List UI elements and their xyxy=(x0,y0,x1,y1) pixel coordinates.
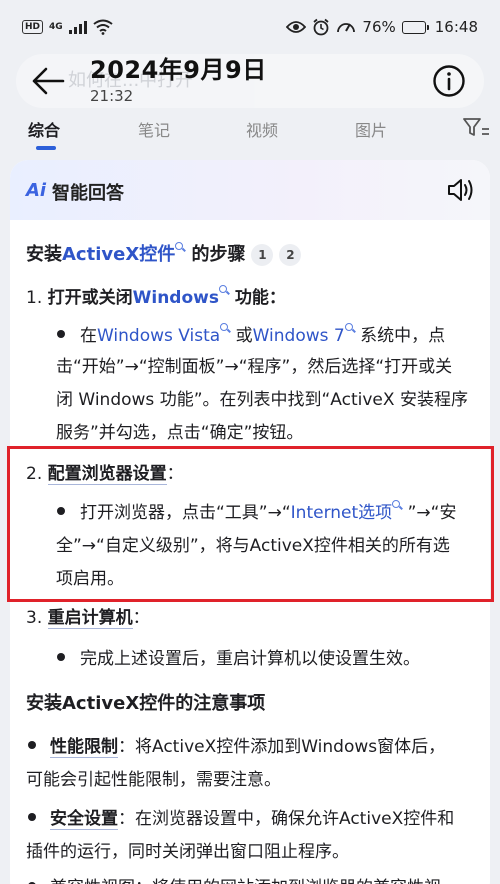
link-windows-vista[interactable]: Windows Vista xyxy=(97,326,220,346)
info-icon[interactable] xyxy=(432,64,466,98)
title-block: 2024年9月9日 21:32 xyxy=(90,54,267,106)
page-title: 2024年9月9日 xyxy=(90,56,267,84)
note-label-performance: 性能限制 xyxy=(50,737,118,758)
battery-percent: 76% xyxy=(362,18,396,36)
speaker-icon[interactable] xyxy=(446,176,476,204)
wifi-icon xyxy=(93,19,113,35)
alarm-icon xyxy=(313,18,329,36)
header: 如何在...中打开 2024年9月9日 21:32 xyxy=(0,54,500,110)
bullet-dot xyxy=(57,330,65,338)
tab-comprehensive[interactable]: 综合 xyxy=(28,117,60,141)
step-2-bullet-line-1: 打开浏览器，点击“工具”→“Internet选项 ”→“安 xyxy=(80,498,456,523)
note-label-security: 安全设置 xyxy=(50,809,118,830)
step-1-bullet-line-3: 闭 Windows 功能”。在列表中找到“ActiveX 安装程序 xyxy=(56,390,468,410)
step-1-bullet-line-2: 击“开始”→“控制面板”→“程序”，然后选择“打开或关 xyxy=(56,357,453,377)
tab-bar: 综合 笔记 视频 图片 xyxy=(0,112,500,154)
active-tab-indicator xyxy=(36,146,56,150)
status-left: HD 4G xyxy=(22,19,113,35)
eye-icon xyxy=(286,21,307,33)
search-link-icon xyxy=(344,323,355,333)
ai-answer-header: Ai 智能回答 xyxy=(10,160,490,220)
back-arrow-icon[interactable] xyxy=(30,66,66,96)
link-windows-7[interactable]: Windows 7 xyxy=(253,326,345,346)
note-2-line-2: 插件的运行，同时关闭弹出窗口阻止程序。 xyxy=(26,842,349,862)
filter-icon[interactable] xyxy=(462,116,490,140)
step-1-bullet-line-1: 在Windows Vista 或Windows 7 系统中，点 xyxy=(80,321,445,346)
search-link-icon xyxy=(220,323,230,333)
status-right: 76% 16:48 xyxy=(286,18,478,36)
search-link-icon xyxy=(218,285,229,295)
step-3-bullet-line-1: 完成上述设置后，重启计算机以使设置生效。 xyxy=(80,649,420,669)
note-1-line-2: 可能会引起性能限制，需要注意。 xyxy=(26,770,281,790)
note-1-line-1: 性能限制：将ActiveX控件添加到Windows窗体后， xyxy=(50,737,446,758)
speed-icon xyxy=(337,23,356,33)
tab-notes[interactable]: 笔记 xyxy=(138,117,170,141)
signal-icon xyxy=(68,20,87,34)
bullet-dot xyxy=(28,813,36,821)
step-3-heading: 3. 重启计算机： xyxy=(26,608,150,629)
bullet-dot xyxy=(57,507,65,515)
reference-1[interactable]: 1 xyxy=(251,244,274,266)
ai-logo-icon: Ai xyxy=(26,180,47,201)
link-windows[interactable]: Windows xyxy=(133,288,219,308)
clock: 16:48 xyxy=(434,18,478,36)
section-heading-steps: 安装ActiveX控件 的步骤 1 2 xyxy=(26,240,302,266)
reference-2[interactable]: 2 xyxy=(279,244,302,266)
status-bar: HD 4G 76% 16:48 xyxy=(0,0,500,54)
hd-badge: HD xyxy=(22,20,44,34)
tab-images[interactable]: 图片 xyxy=(355,117,387,141)
step-2-heading: 2. 配置浏览器设置： xyxy=(26,464,184,485)
bullet-dot xyxy=(57,653,65,661)
note-2-line-1: 安全设置：在浏览器设置中，确保允许ActiveX控件和 xyxy=(50,809,455,830)
battery-icon xyxy=(401,20,429,34)
network-type: 4G xyxy=(49,22,63,32)
search-link-icon xyxy=(392,500,402,510)
page-subtitle-time: 21:32 xyxy=(90,87,134,105)
note-3-line-1-partial: 兼容性视图：将使用的网站添加到浏览器的兼容性视 xyxy=(50,873,441,884)
step-1-heading: 1. 打开或关闭Windows 功能： xyxy=(26,283,286,308)
step-2-bullet-line-3: 项启用。 xyxy=(56,569,124,589)
section-heading-notes: 安装ActiveX控件的注意事项 xyxy=(26,693,266,714)
link-internet-options[interactable]: Internet选项 xyxy=(291,503,393,523)
search-link-icon xyxy=(175,242,185,252)
step-2-bullet-line-2: 全”→“自定义级别”，将与ActiveX控件相关的所有选 xyxy=(56,536,450,556)
ai-answer-title: 智能回答 xyxy=(52,183,124,204)
link-activex[interactable]: ActiveX控件 xyxy=(62,244,175,265)
step-1-bullet-line-4: 服务”并勾选，点击“确定”按钮。 xyxy=(56,423,304,443)
bullet-dot xyxy=(28,741,36,749)
tab-videos[interactable]: 视频 xyxy=(246,117,278,141)
